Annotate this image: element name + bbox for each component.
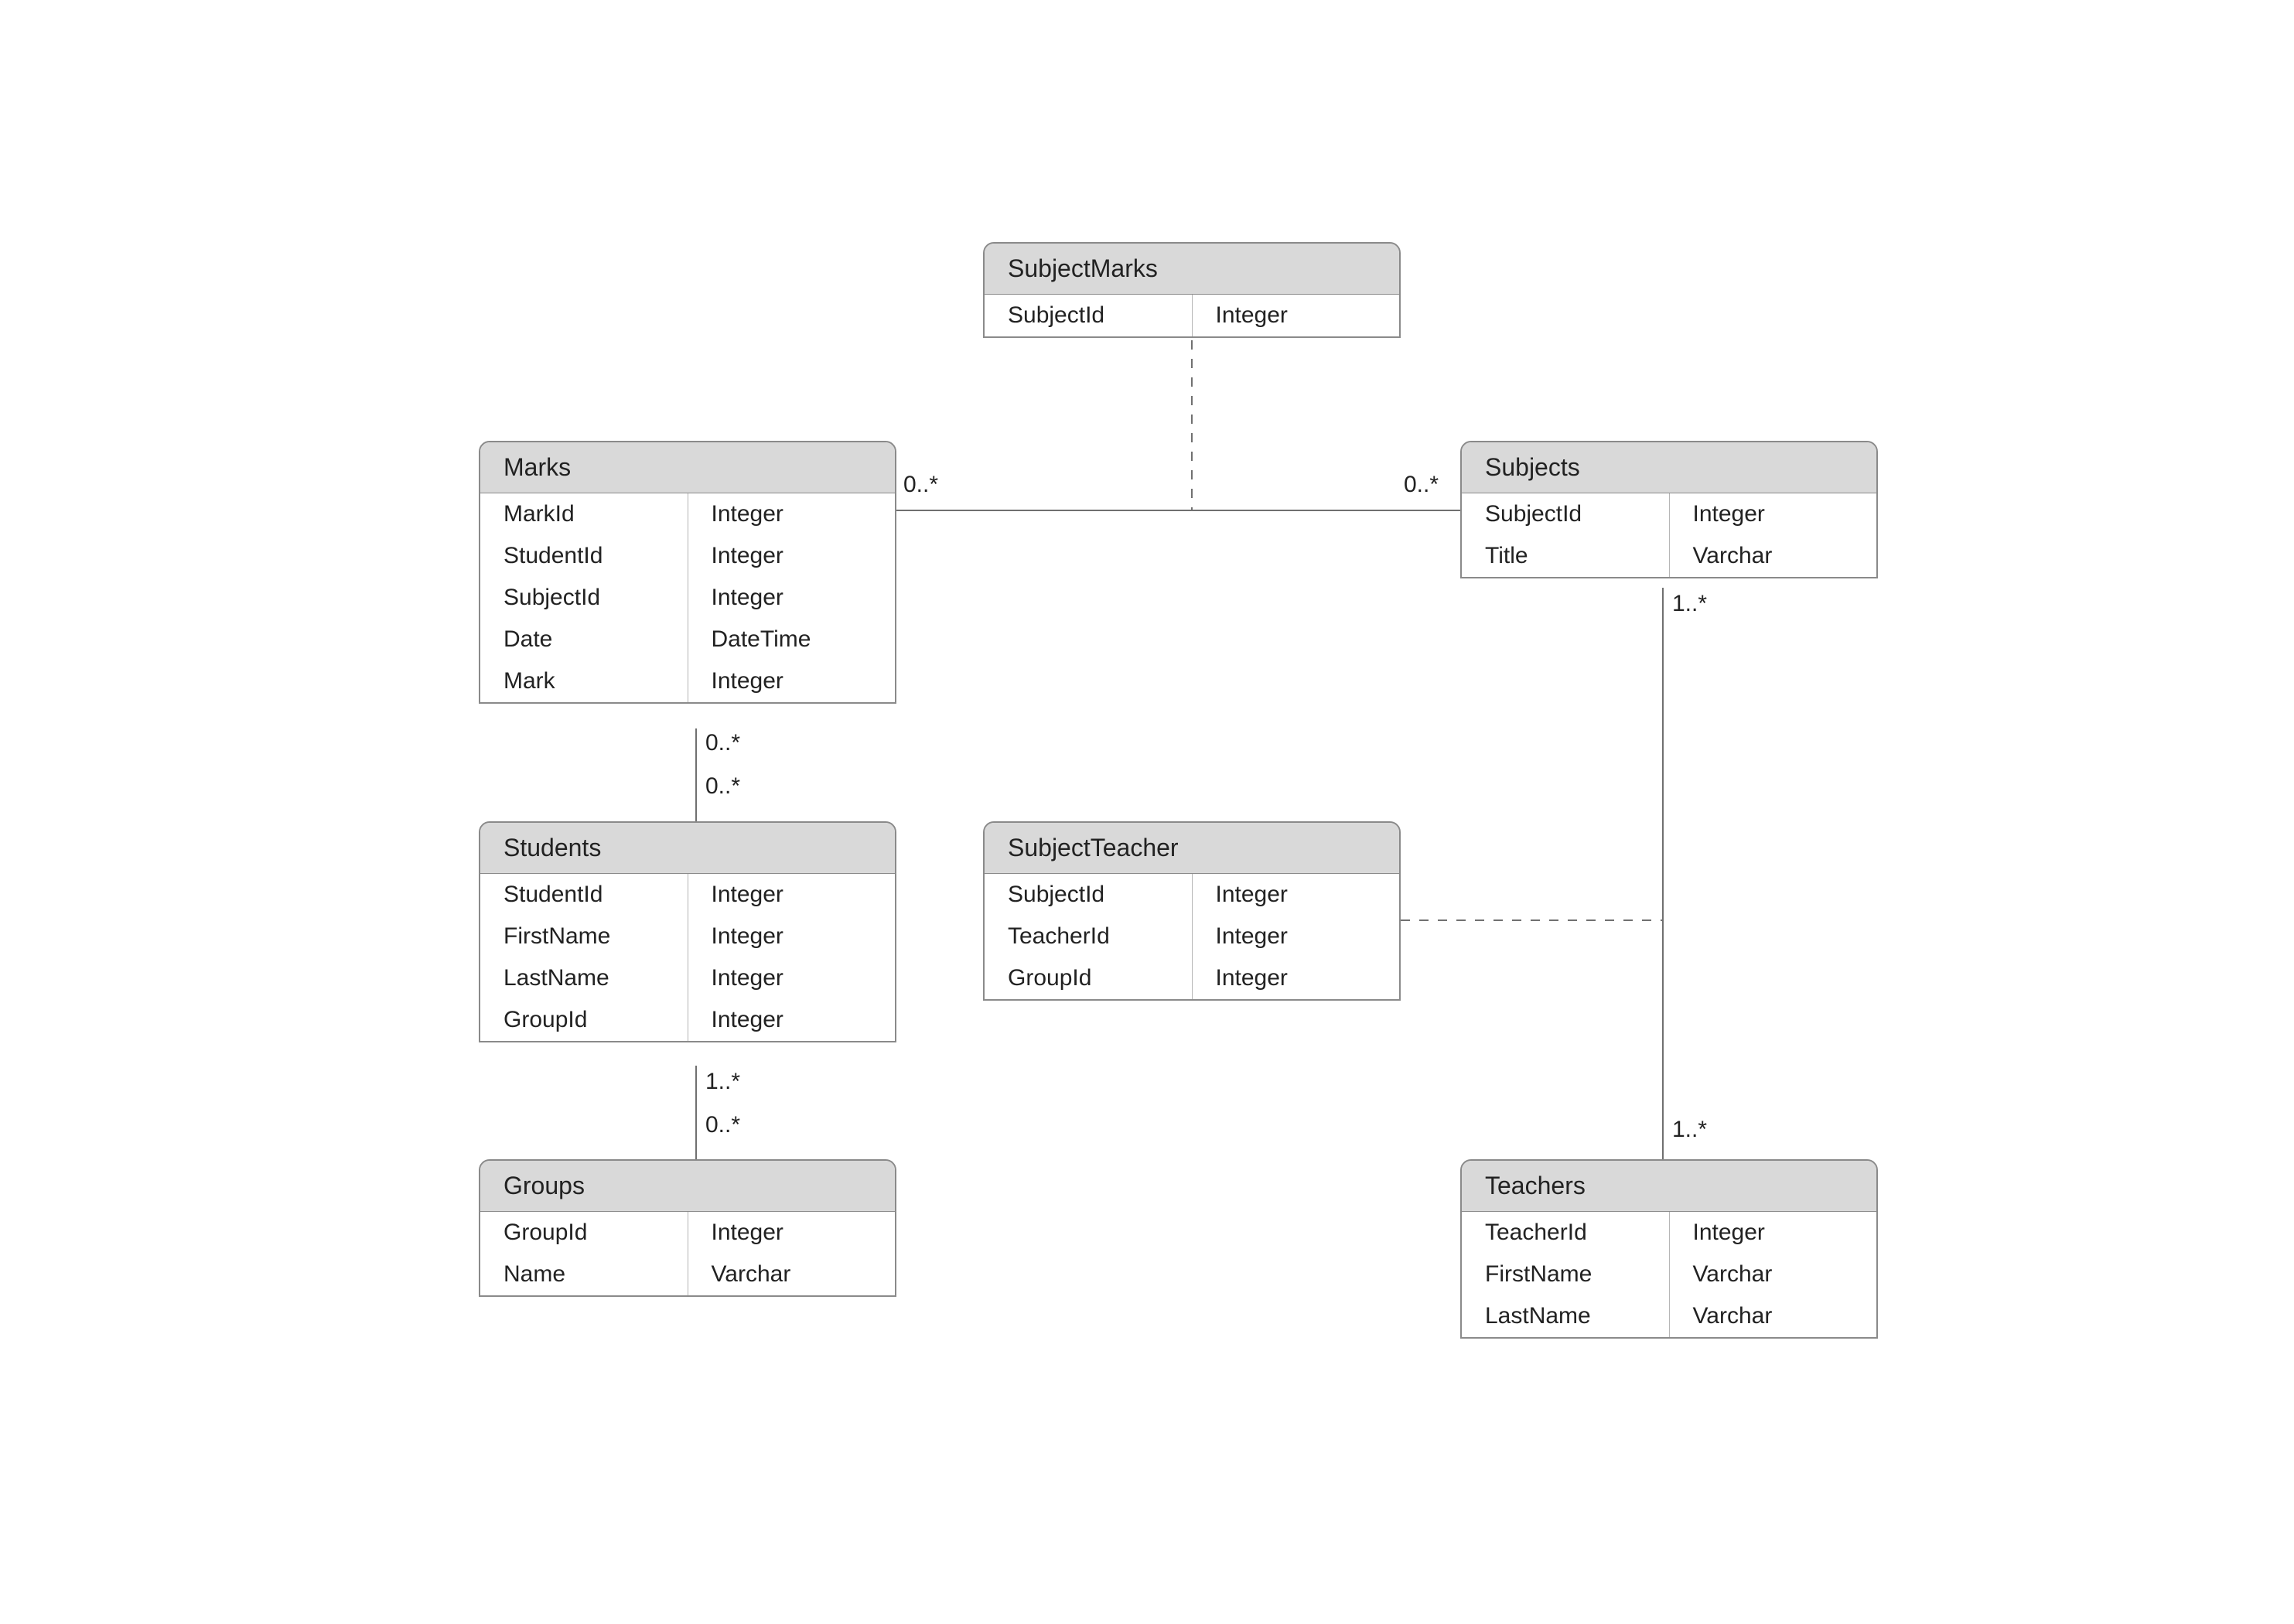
entity-title: Marks <box>480 442 895 493</box>
column-name: StudentId <box>480 874 688 916</box>
table-row: MarkId Integer <box>480 493 895 535</box>
entity-subjectmarks[interactable]: SubjectMarks SubjectId Integer <box>983 242 1401 338</box>
column-name: GroupId <box>480 1212 688 1254</box>
entity-title: Subjects <box>1462 442 1876 493</box>
column-name: FirstName <box>1462 1254 1670 1295</box>
erd-canvas: 0..* 0..* 0..* 0..* 1..* 0..* 1..* 1..* … <box>0 0 2294 1624</box>
column-name: LastName <box>1462 1295 1670 1337</box>
column-type: Integer <box>688 874 896 916</box>
mult-teachers-top: 1..* <box>1672 1117 1707 1143</box>
mult-marks-bottom: 0..* <box>705 730 740 756</box>
table-row: Name Varchar <box>480 1254 895 1295</box>
table-row: FirstName Varchar <box>1462 1254 1876 1295</box>
mult-students-bottom: 1..* <box>705 1069 740 1095</box>
column-type: Varchar <box>1670 1295 1877 1337</box>
column-type: Integer <box>1193 957 1400 999</box>
column-type: Integer <box>688 916 896 957</box>
table-row: Date DateTime <box>480 619 895 660</box>
entity-title: SubjectTeacher <box>985 823 1399 874</box>
column-name: Name <box>480 1254 688 1295</box>
column-type: Integer <box>688 999 896 1041</box>
entity-groups[interactable]: Groups GroupId Integer Name Varchar <box>479 1159 896 1297</box>
table-row: Title Varchar <box>1462 535 1876 577</box>
entity-title: SubjectMarks <box>985 244 1399 295</box>
entity-marks[interactable]: Marks MarkId Integer StudentId Integer S… <box>479 441 896 704</box>
column-type: Integer <box>1670 493 1877 535</box>
mult-subjects-bottom: 1..* <box>1672 591 1707 617</box>
column-type: Integer <box>1193 916 1400 957</box>
table-row: GroupId Integer <box>480 1212 895 1254</box>
table-row: LastName Varchar <box>1462 1295 1876 1337</box>
column-type: Integer <box>688 1212 896 1254</box>
table-row: SubjectId Integer <box>985 874 1399 916</box>
column-name: TeacherId <box>1462 1212 1670 1254</box>
column-name: SubjectId <box>480 577 688 619</box>
column-name: SubjectId <box>985 874 1193 916</box>
mult-marks-side: 0..* <box>903 472 938 498</box>
column-name: Mark <box>480 660 688 702</box>
column-type: Varchar <box>688 1254 896 1295</box>
table-row: Mark Integer <box>480 660 895 702</box>
mult-students-top: 0..* <box>705 773 740 800</box>
mult-subjects-side: 0..* <box>1404 472 1439 498</box>
column-name: SubjectId <box>985 295 1193 336</box>
column-type: Integer <box>1193 295 1400 336</box>
column-name: Date <box>480 619 688 660</box>
column-name: GroupId <box>480 999 688 1041</box>
column-name: MarkId <box>480 493 688 535</box>
column-type: Integer <box>1670 1212 1877 1254</box>
column-name: StudentId <box>480 535 688 577</box>
column-name: Title <box>1462 535 1670 577</box>
table-row: TeacherId Integer <box>985 916 1399 957</box>
table-row: SubjectId Integer <box>1462 493 1876 535</box>
entity-students[interactable]: Students StudentId Integer FirstName Int… <box>479 821 896 1042</box>
entity-subjects[interactable]: Subjects SubjectId Integer Title Varchar <box>1460 441 1878 578</box>
entity-title: Teachers <box>1462 1161 1876 1212</box>
table-row: GroupId Integer <box>480 999 895 1041</box>
entity-teachers[interactable]: Teachers TeacherId Integer FirstName Var… <box>1460 1159 1878 1339</box>
column-type: Integer <box>1193 874 1400 916</box>
column-type: Varchar <box>1670 535 1877 577</box>
table-row: LastName Integer <box>480 957 895 999</box>
table-row: StudentId Integer <box>480 535 895 577</box>
table-row: TeacherId Integer <box>1462 1212 1876 1254</box>
table-row: StudentId Integer <box>480 874 895 916</box>
entity-title: Students <box>480 823 895 874</box>
column-type: Integer <box>688 493 896 535</box>
entity-title: Groups <box>480 1161 895 1212</box>
table-row: SubjectId Integer <box>480 577 895 619</box>
column-type: Varchar <box>1670 1254 1877 1295</box>
column-type: DateTime <box>688 619 896 660</box>
table-row: SubjectId Integer <box>985 295 1399 336</box>
column-type: Integer <box>688 577 896 619</box>
column-name: TeacherId <box>985 916 1193 957</box>
column-type: Integer <box>688 957 896 999</box>
column-type: Integer <box>688 535 896 577</box>
column-name: SubjectId <box>1462 493 1670 535</box>
column-name: LastName <box>480 957 688 999</box>
column-type: Integer <box>688 660 896 702</box>
table-row: FirstName Integer <box>480 916 895 957</box>
entity-subjectteacher[interactable]: SubjectTeacher SubjectId Integer Teacher… <box>983 821 1401 1001</box>
table-row: GroupId Integer <box>985 957 1399 999</box>
column-name: FirstName <box>480 916 688 957</box>
column-name: GroupId <box>985 957 1193 999</box>
mult-groups-top: 0..* <box>705 1112 740 1138</box>
